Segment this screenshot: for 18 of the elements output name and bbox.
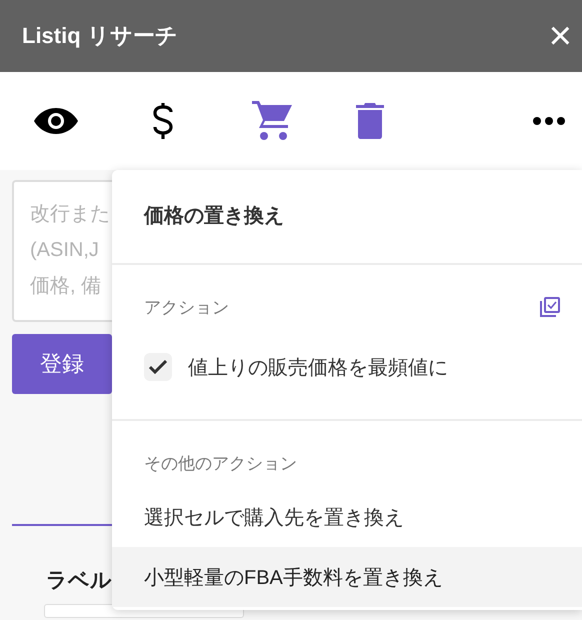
checkbox-label: 値上りの販売価格を最頻値に [188, 356, 448, 380]
section-title: アクション [144, 296, 229, 318]
trash-icon[interactable] [356, 103, 384, 139]
close-button[interactable]: × [548, 16, 572, 56]
select-all-icon[interactable] [540, 297, 560, 317]
menu-item[interactable]: 選択セルで購入先を置き換え [112, 487, 582, 547]
menu-title: 価格の置き換え [142, 204, 285, 229]
checkbox[interactable] [144, 353, 172, 381]
section-title: その他のアクション [144, 452, 297, 474]
dollar-icon[interactable] [152, 102, 174, 140]
more-icon[interactable] [532, 116, 566, 126]
menu-item[interactable]: 小型軽量のFBA手数料を置き換え [112, 547, 582, 607]
cart-icon[interactable] [252, 101, 294, 141]
check-icon [149, 360, 167, 374]
field-label: ラベル [46, 568, 112, 594]
eye-icon[interactable] [34, 108, 78, 134]
window-title: Listiq リサーチ [22, 22, 178, 50]
register-button[interactable]: 登録 [12, 334, 112, 394]
